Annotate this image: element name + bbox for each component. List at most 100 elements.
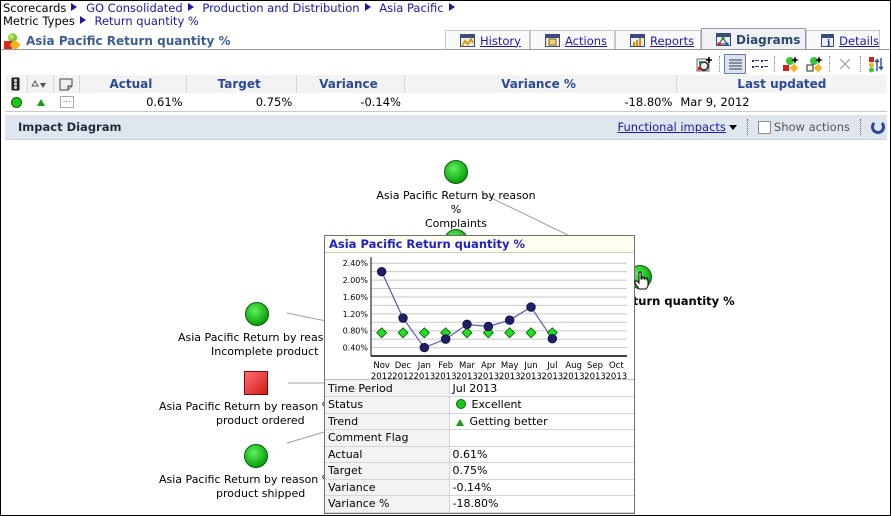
breadcrumb-asia-pacific[interactable]: Asia Pacific — [379, 1, 443, 15]
breadcrumb-go-consolidated[interactable]: GO Consolidated — [86, 1, 183, 15]
node-label-sub: product shipped — [216, 487, 306, 500]
actual-point — [547, 334, 558, 344]
x-tick-label-month: Jan — [417, 361, 431, 371]
actual-point — [483, 321, 494, 332]
trend-cell — [27, 93, 53, 111]
tab-details[interactable]: i Details — [806, 30, 880, 50]
tooltip-field-value: -0.14% — [449, 479, 634, 496]
metric-table: Actual Target Variance Variance % Last u… — [5, 75, 887, 112]
tooltip-field-value: 0.75% — [449, 462, 634, 480]
tooltip-row: Variance % -18.80% — [325, 495, 634, 513]
actions-icon — [545, 34, 560, 47]
x-tick-label-year: 2013 — [478, 372, 500, 380]
edit-metric-button[interactable] — [803, 54, 825, 74]
breadcrumb-production-distribution[interactable]: Production and Distribution — [202, 1, 359, 15]
actual-point — [376, 266, 387, 277]
breadcrumb-separator-icon — [364, 3, 371, 11]
show-actions-checkbox[interactable] — [757, 120, 771, 134]
history-line-chart: 0.40% 0.80% 1.20% 1.60% 2.00% 2.40% Nov2012Dec… — [343, 257, 627, 382]
target-value: 0.75% — [255, 95, 293, 109]
page-title: Asia Pacific Return quantity % — [26, 34, 231, 48]
add-impact-icon — [696, 56, 712, 71]
target-point — [418, 327, 430, 339]
metric-row: ... 0.61% 0.75% -0.14% -18.80% Mar 9, 20… — [5, 93, 887, 111]
x-tick-label-month: Mar — [459, 361, 476, 371]
tooltip-field-key: Variance % — [325, 495, 450, 513]
tab-reports[interactable]: Reports — [615, 30, 701, 50]
functional-impacts-dropdown[interactable]: Functional impacts — [618, 120, 726, 134]
diagram-node-product-ordered[interactable]: Asia Pacific Return by reason % V produc… — [159, 371, 343, 428]
actual-point — [440, 334, 451, 344]
tooltip-field-value: Jul 2013 — [449, 380, 634, 397]
actual-point — [398, 313, 408, 323]
target-column-header[interactable]: Target — [187, 75, 297, 93]
tooltip-field-key: Target — [325, 462, 450, 480]
refresh-icon[interactable] — [871, 120, 885, 134]
tooltip-field-key: Actual — [325, 446, 450, 463]
y-tick-label: 1.20% — [343, 310, 369, 319]
metric-table-header: Actual Target Variance Variance % Last u… — [5, 75, 887, 93]
tab-reports-label: Reports — [650, 33, 695, 48]
actual-value: 0.61% — [146, 95, 183, 109]
actual-point — [526, 302, 536, 312]
tooltip-row: Comment Flag — [325, 429, 634, 447]
swap-direction-button[interactable] — [865, 54, 887, 74]
trend-column-header[interactable] — [28, 75, 54, 93]
reports-bar-icon — [630, 34, 645, 47]
x-tick-label-month: Apr — [481, 361, 496, 371]
show-actions-label[interactable]: Show actions — [774, 120, 850, 134]
x-tick-label-year: 2013 — [414, 372, 436, 380]
tab-diagrams[interactable]: Diagrams — [701, 28, 806, 50]
metric-tooltip: Asia Pacific Return quantity % 0.40% 0.80… — [324, 235, 635, 514]
target-point — [461, 327, 473, 339]
y-tick-label: 0.40% — [343, 344, 369, 353]
status-column-header[interactable] — [5, 75, 28, 93]
last-updated-column-header[interactable]: Last updated — [677, 75, 887, 93]
node-label-sub: product ordered — [216, 414, 305, 427]
node-label: Asia Pacific Return by reason % V — [159, 473, 344, 486]
delete-button[interactable] — [834, 54, 856, 74]
x-tick-label-month: May — [501, 361, 519, 371]
status-good-icon — [245, 302, 269, 326]
tooltip-row: Target 0.75% — [325, 462, 634, 480]
list-view-button[interactable] — [724, 54, 746, 74]
breadcrumb-return-quantity[interactable]: Return quantity % — [94, 14, 198, 28]
add-impact-button[interactable] — [693, 54, 715, 74]
breadcrumb-separator-icon — [448, 3, 455, 11]
trend-up-icon — [36, 98, 45, 106]
delete-icon — [839, 58, 851, 70]
tooltip-field-value-text: Getting better — [469, 414, 548, 428]
x-tick-label-year: 2013 — [435, 372, 457, 380]
variance-column-header[interactable]: Variance — [297, 75, 406, 93]
x-tick-label-month: Feb — [438, 361, 453, 371]
actual-column-header[interactable]: Actual — [80, 75, 187, 93]
variance-pct-value: -18.80% — [624, 95, 673, 109]
metric-icon — [3, 32, 21, 51]
tooltip-row: Trend Getting better — [325, 413, 634, 430]
breadcrumb-separator-icon — [79, 16, 86, 24]
chevron-down-icon[interactable] — [728, 124, 737, 130]
add-metric-icon — [783, 55, 799, 72]
grid-view-button[interactable] — [748, 54, 770, 74]
comment-column-header[interactable] — [54, 75, 80, 93]
main-node-label[interactable]: eturn quantity % — [625, 294, 735, 308]
swap-icon — [869, 56, 884, 72]
tab-history-label: History — [480, 33, 521, 48]
impact-diagram-title: Impact Diagram — [18, 120, 122, 134]
diagram-node-product-shipped[interactable]: Asia Pacific Return by reason % V produc… — [159, 444, 344, 501]
comment-button[interactable]: ... — [59, 96, 74, 108]
tab-actions[interactable]: Actions — [530, 30, 615, 50]
tab-history[interactable]: History — [445, 30, 530, 50]
add-metric-button[interactable] — [779, 54, 801, 74]
tooltip-field-key: Status — [325, 396, 450, 414]
tab-details-label: Details — [839, 33, 879, 48]
tab-diagrams-label: Diagrams — [736, 32, 801, 47]
tooltip-row: Variance -0.14% — [325, 479, 634, 496]
edit-metric-icon — [806, 55, 823, 72]
y-tick-label: 0.80% — [343, 327, 369, 336]
variance-pct-column-header[interactable]: Variance % — [405, 75, 677, 93]
diagram-node-complaints[interactable]: Asia Pacific Return by reason % Complain… — [371, 160, 541, 231]
breadcrumb: Scorecards GO Consolidated Production an… — [3, 2, 460, 28]
tooltip-details-table: Time Period Jul 2013 Status Excellent Trend G… — [325, 380, 634, 513]
diagram-node-incomplete-product[interactable]: Asia Pacific Return by reason Incomplete… — [171, 302, 341, 359]
